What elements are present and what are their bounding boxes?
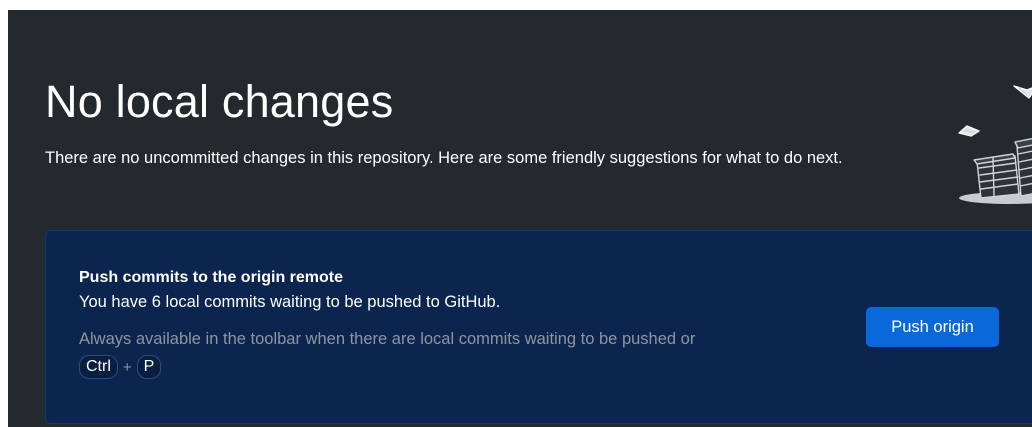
keyboard-shortcut: Ctrl + P — [79, 355, 162, 379]
page-subtitle: There are no uncommitted changes in this… — [45, 149, 843, 167]
shortcut-plus: + — [122, 358, 132, 376]
card-title: Push commits to the origin remote — [79, 269, 344, 286]
shortcut-key-p: P — [136, 355, 162, 379]
push-suggestion-card: Push commits to the origin remote You ha… — [45, 230, 1032, 424]
page-title: No local changes — [45, 76, 394, 127]
card-description: You have 6 local commits waiting to be p… — [79, 293, 501, 311]
paper-stacks-illustration-icon — [919, 70, 1032, 206]
push-origin-button[interactable]: Push origin — [866, 307, 999, 347]
app-window: No local changes There are no uncommitte… — [8, 10, 1032, 427]
shortcut-key-ctrl: Ctrl — [79, 355, 118, 379]
no-changes-view: No local changes There are no uncommitte… — [45, 10, 1032, 427]
card-hint: Always available in the toolbar when the… — [79, 330, 696, 348]
